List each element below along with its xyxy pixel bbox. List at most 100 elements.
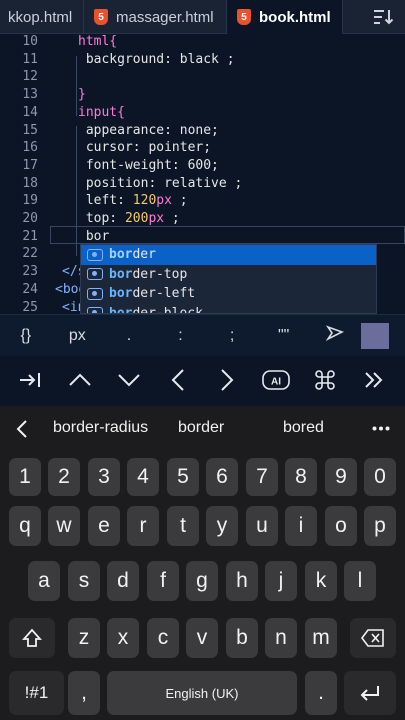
key-x[interactable]: x <box>107 618 139 658</box>
shift-icon <box>22 628 42 647</box>
autocomplete-match: bor <box>109 286 133 302</box>
autocomplete-item[interactable]: bor der-block <box>81 304 376 313</box>
cursor-left-button[interactable] <box>160 365 196 395</box>
autocomplete-item[interactable]: bor der-top <box>81 265 376 285</box>
code-text: ; <box>164 211 180 226</box>
code-text: appearance: none; <box>78 122 219 138</box>
key-o[interactable]: o <box>325 506 357 546</box>
double-chevron-right-icon <box>365 372 383 388</box>
chevron-left-icon <box>171 369 184 391</box>
tab-label: book.html <box>259 8 331 26</box>
code-line: 20 top: 200px ; <box>0 211 405 229</box>
key-w[interactable]: w <box>48 506 80 546</box>
key-p[interactable]: p <box>364 506 396 546</box>
cursor-up-button[interactable] <box>62 365 98 395</box>
line-number: 21 <box>22 228 38 244</box>
chevron-down-icon <box>118 374 140 387</box>
key-u[interactable]: u <box>246 506 278 546</box>
key-a[interactable]: a <box>28 561 60 601</box>
key-9[interactable]: 9 <box>325 458 357 496</box>
key-f[interactable]: f <box>147 561 179 601</box>
key-g[interactable]: g <box>186 561 218 601</box>
key-j[interactable]: j <box>265 561 297 601</box>
key-7[interactable]: 7 <box>246 458 278 496</box>
key-y[interactable]: y <box>206 506 238 546</box>
code-text: font-weight: 600; <box>78 157 219 173</box>
code-editor[interactable]: 10 html{ 11 background: black ; 12 13} 14… <box>0 34 405 315</box>
cursor-down-button[interactable] <box>111 365 147 395</box>
symbol-braces-button[interactable]: {} <box>0 327 52 345</box>
key-c[interactable]: c <box>147 618 179 658</box>
symbol-px-button[interactable]: px <box>52 327 104 345</box>
send-button[interactable] <box>309 324 361 347</box>
code-text: top: <box>78 211 125 226</box>
key-2[interactable]: 2 <box>48 458 80 496</box>
symbol-quotes-button[interactable]: "" <box>258 327 310 345</box>
key-0[interactable]: 0 <box>364 458 396 496</box>
key-1[interactable]: 1 <box>9 458 41 496</box>
symbol-colon-button[interactable]: : <box>155 327 207 345</box>
tab-book[interactable]: 5 book.html <box>227 0 343 34</box>
chevron-up-icon <box>68 373 91 386</box>
space-key[interactable]: English (UK) <box>107 671 297 715</box>
symbol-bar: {} px . : ; "" <box>0 314 405 356</box>
symbol-dot-button[interactable]: . <box>103 327 155 345</box>
suggestion-word[interactable]: border-radius <box>53 419 148 437</box>
key-4[interactable]: 4 <box>127 458 159 496</box>
period-key[interactable]: . <box>305 671 337 715</box>
key-h[interactable]: h <box>226 561 258 601</box>
key-l[interactable]: l <box>344 561 376 601</box>
key-d[interactable]: d <box>107 561 139 601</box>
code-line: 12 <box>0 69 405 87</box>
key-6[interactable]: 6 <box>206 458 238 496</box>
autocomplete-rest: der-top <box>132 266 188 282</box>
autocomplete-item[interactable]: bor der-left <box>81 284 376 304</box>
key-z[interactable]: z <box>68 618 100 658</box>
chevron-left-icon[interactable] <box>16 419 28 439</box>
key-k[interactable]: k <box>305 561 337 601</box>
cursor-right-button[interactable] <box>209 365 245 395</box>
suggestion-word[interactable]: bored <box>283 419 324 437</box>
key-r[interactable]: r <box>127 506 159 546</box>
key-q[interactable]: q <box>9 506 41 546</box>
color-swatch-icon[interactable] <box>361 322 390 349</box>
autocomplete-item[interactable]: bor der <box>81 245 376 265</box>
enter-icon <box>360 686 379 701</box>
tab-indent-button[interactable] <box>13 365 49 395</box>
tab-label: kkop.html <box>8 8 73 26</box>
key-n[interactable]: n <box>265 618 297 658</box>
tab-kkop[interactable]: kkop.html <box>0 0 84 34</box>
enter-key[interactable] <box>344 671 396 715</box>
key-8[interactable]: 8 <box>285 458 317 496</box>
key-3[interactable]: 3 <box>88 458 120 496</box>
key-i[interactable]: i <box>285 506 317 546</box>
line-number: 25 <box>22 299 38 315</box>
more-tools-button[interactable] <box>356 365 392 395</box>
key-e[interactable]: e <box>88 506 120 546</box>
symbol-semicolon-button[interactable]: ; <box>206 327 258 345</box>
code-text: html{ <box>78 34 118 49</box>
key-5[interactable]: 5 <box>167 458 199 496</box>
more-icon[interactable] <box>372 426 390 431</box>
autocomplete-match: bor <box>109 266 133 282</box>
svg-text:AI: AI <box>271 377 281 388</box>
key-v[interactable]: v <box>186 618 218 658</box>
backspace-key[interactable] <box>350 618 396 658</box>
key-t[interactable]: t <box>167 506 199 546</box>
tab-massager[interactable]: 5 massager.html <box>84 0 227 34</box>
html5-icon: 5 <box>237 9 251 25</box>
key-m[interactable]: m <box>305 618 337 658</box>
ai-icon: AI <box>262 370 290 390</box>
comma-key[interactable]: , <box>68 671 100 715</box>
key-b[interactable]: b <box>226 618 258 658</box>
ai-button[interactable]: AI <box>258 365 294 395</box>
command-button[interactable] <box>307 365 343 395</box>
shift-key[interactable] <box>9 618 55 658</box>
line-number: 13 <box>22 87 38 103</box>
suggestion-word[interactable]: border <box>178 419 224 437</box>
sort-icon[interactable] <box>373 7 395 27</box>
code-number: 200 <box>124 211 149 226</box>
symbols-key[interactable]: !#1 <box>9 671 64 715</box>
autocomplete-popup: bor der bor der-top bor der-left bor der-blo… <box>80 244 377 314</box>
key-s[interactable]: s <box>68 561 100 601</box>
